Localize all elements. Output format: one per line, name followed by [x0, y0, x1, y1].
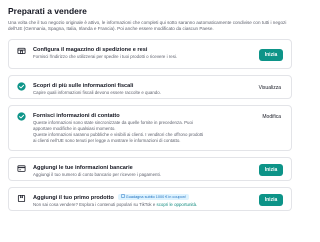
- bank-card-icon: [17, 164, 26, 173]
- card-title: Scopri di più sulle informazioni fiscali: [33, 82, 134, 89]
- page-intro: Una volta che il tuo negozio originale è…: [8, 20, 287, 32]
- start-first-product-button[interactable]: Inizia: [259, 193, 283, 206]
- check-circle-icon: [17, 112, 26, 121]
- card-title: Aggiungi le tue informazioni bancarie: [33, 164, 133, 171]
- card-description-line: ai clienti nell'UE sono tenuti per legge…: [33, 137, 181, 143]
- card-title-text: Aggiungi il tuo primo prodotto: [33, 194, 114, 201]
- task-card-contact-info: Fornisci informazioni di contatto Queste…: [8, 104, 292, 151]
- coupon-promo-text: Guadagna subito 1000 € in coupon!: [125, 194, 186, 199]
- task-card-first-product: Aggiungi il tuo primo prodotto Guadagna s…: [8, 186, 292, 211]
- card-description: Aggiungi il tuo numero di conto bancario…: [33, 171, 161, 177]
- card-title: Aggiungi il tuo primo prodotto Guadagna s…: [33, 193, 283, 202]
- edit-contact-info-link[interactable]: Modifica: [262, 114, 281, 121]
- product-box-icon: [17, 194, 26, 203]
- check-circle-icon: [17, 82, 26, 91]
- start-warehouse-button[interactable]: Inizia: [259, 48, 283, 61]
- card-description: Non sai cosa vendere? Esplora i contenut…: [33, 202, 228, 208]
- card-description: Fornisci l'indirizzo che utilizzerai per…: [33, 53, 178, 59]
- page-title: Preparati a vendere: [8, 6, 87, 16]
- warehouse-icon: [17, 46, 26, 55]
- task-card-tax-info: Scopri di più sulle informazioni fiscali…: [8, 74, 292, 99]
- card-description-line: Queste informazioni saranno pubbliche e …: [33, 131, 204, 137]
- card-title: Fornisci informazioni di contatto: [33, 112, 120, 119]
- onboarding-page: Preparati a vendere Una volta che il tuo…: [0, 0, 300, 242]
- coupon-icon: [120, 194, 125, 198]
- card-description-text: Non sai cosa vendere? Esplora i contenut…: [33, 201, 156, 207]
- task-card-warehouse: Configura il magazzino di spedizione e r…: [8, 38, 292, 69]
- coupon-promo-badge: Guadagna subito 1000 € in coupon!: [117, 193, 189, 200]
- start-bank-info-button[interactable]: Inizia: [259, 163, 283, 176]
- card-description: Capire quali informazioni fiscali devono…: [33, 89, 161, 95]
- discover-opportunities-link[interactable]: scopri le opportunità.: [157, 202, 198, 207]
- task-card-bank-info: Aggiungi le tue informazioni bancarie Ag…: [8, 156, 292, 181]
- view-tax-info-link[interactable]: Visualizza: [259, 85, 281, 92]
- card-title: Configura il magazzino di spedizione e r…: [33, 46, 148, 53]
